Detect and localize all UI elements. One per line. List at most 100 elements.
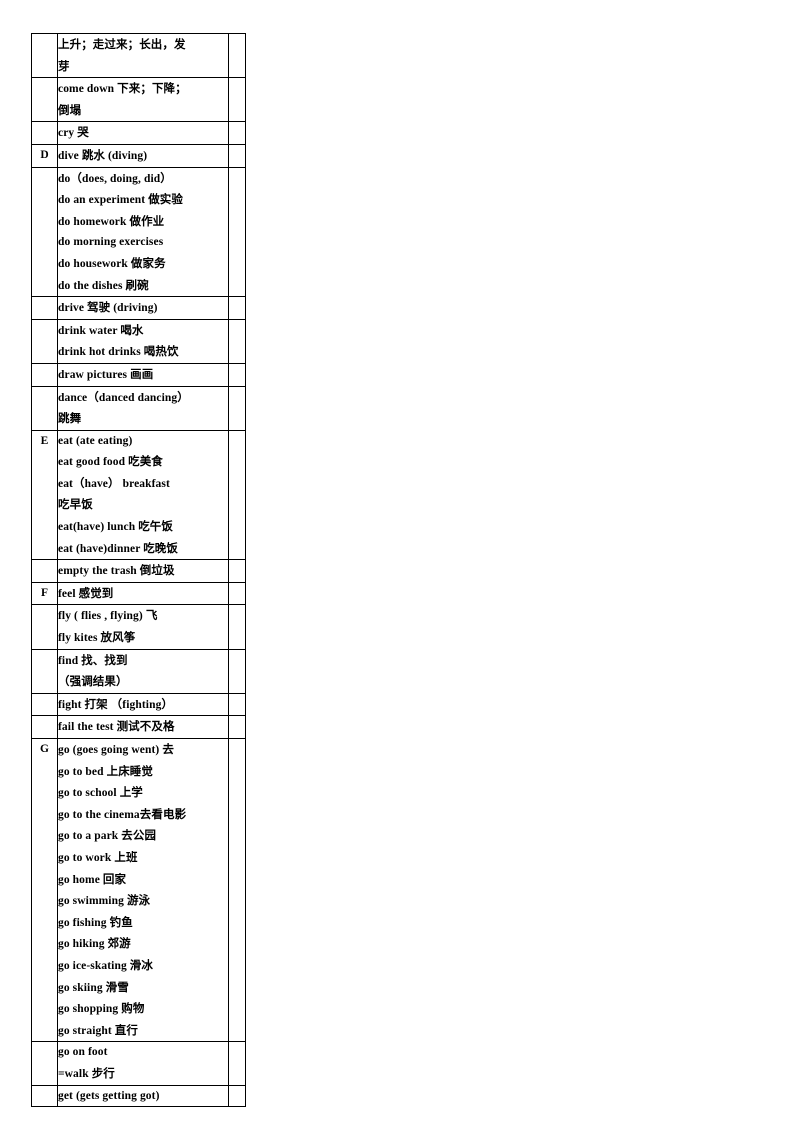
entry-line: find 找、找到 xyxy=(58,652,128,667)
entry-line: go (goes going went) 去 xyxy=(58,742,174,756)
notes-cell xyxy=(228,559,246,583)
letter-empty-cell xyxy=(31,166,58,298)
notes-cell xyxy=(228,362,246,387)
entry-line: drink water 喝水 xyxy=(58,322,144,337)
document-page: 上升；走过来；长出，发芽 come down 下来；下降； 倒塌 cry 哭 Dd… xyxy=(0,0,794,1123)
cjk-run: 做家务 xyxy=(130,255,166,270)
entry-line: go skiing 滑雪 xyxy=(58,979,129,994)
entry-line: feel 感觉到 xyxy=(58,585,114,600)
entry-line: do housework 做家务 xyxy=(58,255,166,270)
cjk-run: 吃午饭 xyxy=(138,519,173,534)
entry-cell: feel 感觉到 xyxy=(57,581,229,606)
entry-line: dive 跳水 (diving) xyxy=(58,147,148,162)
letter-empty-cell xyxy=(31,648,58,694)
cjk-run: 购物 xyxy=(121,1001,145,1016)
cjk-run: ） xyxy=(161,696,174,711)
table-row: drink water 喝水 drink hot drinks 喝热饮 xyxy=(31,318,246,364)
entry-line: eat(have) lunch 吃午饭 xyxy=(58,519,173,534)
cjk-run: 倒塌 xyxy=(58,102,82,117)
entry-line: （强调结果） xyxy=(58,671,228,693)
cjk-run: 上床睡觉 xyxy=(106,763,154,778)
cjk-run: ） xyxy=(160,170,172,185)
entry-line: 芽 xyxy=(58,56,228,78)
cjk-run: （ xyxy=(110,696,123,711)
entry-line: 上升；走过来；长出，发 xyxy=(58,34,228,56)
entry-line: fly ( flies , flying) 飞 xyxy=(58,608,158,623)
cjk-run: 做实验 xyxy=(148,192,183,207)
cjk-run: 吃晚饭 xyxy=(143,540,178,555)
letter-heading-cell: F xyxy=(31,581,58,606)
letter-heading-cell: G xyxy=(31,737,58,1043)
entry-cell: dive 跳水 (diving) xyxy=(57,143,229,168)
table-row: go on foot =walk 步行 xyxy=(31,1041,246,1086)
notes-cell xyxy=(228,318,246,364)
entry-line: go to a park 去公园 xyxy=(58,828,157,843)
cjk-run: 跳水 xyxy=(81,147,106,162)
cjk-run: 步行 xyxy=(91,1065,115,1080)
entry-line: go straight 直行 xyxy=(58,1022,138,1037)
cjk-run: （ xyxy=(87,389,99,404)
letter-empty-cell xyxy=(31,318,58,364)
table-row: fail the test 测试不及格 xyxy=(31,715,246,739)
notes-cell xyxy=(228,737,246,1043)
entry-line: cry 哭 xyxy=(58,125,89,140)
entry-line: do the dishes 刷碗 xyxy=(58,277,149,292)
notes-cell xyxy=(228,166,246,298)
table-row: drive 驾驶 (driving) xyxy=(31,296,246,320)
entry-line: do（does, doing, did） xyxy=(58,170,172,185)
entry-line: fly kites 放风筝 xyxy=(58,630,136,645)
notes-cell xyxy=(228,77,246,123)
letter-heading-cell: D xyxy=(31,143,58,168)
table-row: Ggo (goes going went) 去 go to bed 上床睡觉 go … xyxy=(31,737,246,1043)
notes-cell xyxy=(228,296,246,320)
entry-cell: eat (ate eating) eat good food 吃美食 eat（hav… xyxy=(57,429,229,561)
entry-line: do homework 做作业 xyxy=(58,213,165,228)
entry-cell: dance（danced dancing） 跳舞 xyxy=(57,385,229,431)
entry-line: go to bed 上床睡觉 xyxy=(58,763,154,778)
entry-cell: go on foot =walk 步行 xyxy=(57,1041,229,1086)
entry-line: eat（have） breakfast xyxy=(58,475,170,490)
entry-line: go swimming 游泳 xyxy=(58,893,151,908)
cjk-run: 郊游 xyxy=(107,936,131,951)
letter-heading-cell: E xyxy=(31,429,58,561)
entry-line: go shopping 购物 xyxy=(58,1001,145,1016)
entry-line: go to school 上学 xyxy=(58,785,143,800)
entry-line: go fishing 钓鱼 xyxy=(58,914,133,929)
letter-empty-cell xyxy=(31,32,58,79)
notes-cell xyxy=(228,715,246,739)
table-row: dance（danced dancing） 跳舞 xyxy=(31,385,246,431)
cjk-run: ） xyxy=(108,475,120,490)
cjk-run: 吃早饭 xyxy=(58,497,93,512)
table-row: empty the trash 倒垃圾 xyxy=(31,559,246,583)
cjk-run: 打架 xyxy=(84,696,108,711)
table-row: Ffeel 感觉到 xyxy=(31,581,246,606)
cjk-run: （强调结果） xyxy=(58,674,128,689)
table-row: Ddive 跳水 (diving) xyxy=(31,143,246,168)
entry-line: go to the cinema去看电影 xyxy=(58,806,187,821)
entry-cell: fight 打架 （fighting） xyxy=(57,692,229,717)
entry-line: go home 回家 xyxy=(58,871,127,886)
table-row: come down 下来；下降； 倒塌 xyxy=(31,77,246,123)
vocabulary-table: 上升；走过来；长出，发芽 come down 下来；下降； 倒塌 cry 哭 Dd… xyxy=(31,32,246,1108)
letter-empty-cell xyxy=(31,385,58,431)
letter-empty-cell xyxy=(31,604,58,650)
entry-line: empty the trash 倒垃圾 xyxy=(58,563,175,578)
cjk-run: 驾驶 xyxy=(87,300,111,315)
notes-cell xyxy=(228,32,246,79)
entry-cell: draw pictures 画画 xyxy=(57,362,229,387)
entry-cell: do（does, doing, did） do an experiment 做实验… xyxy=(57,166,229,298)
letter-empty-cell xyxy=(31,296,58,320)
cjk-run: 滑冰 xyxy=(129,957,153,972)
entry-line: get (gets getting got) xyxy=(58,1089,160,1102)
notes-cell xyxy=(228,385,246,431)
cjk-run: 去公园 xyxy=(121,828,157,843)
letter-empty-cell xyxy=(31,362,58,387)
entry-cell: find 找、找到 （强调结果） xyxy=(57,648,229,694)
cjk-run: （ xyxy=(70,170,82,185)
cjk-run: 刷碗 xyxy=(125,277,149,292)
entry-cell: drive 驾驶 (driving) xyxy=(57,296,229,320)
table-row: get (gets getting got) xyxy=(31,1084,246,1108)
entry-line: go hiking 郊游 xyxy=(58,936,131,951)
notes-cell xyxy=(228,429,246,561)
cjk-run: 喝热饮 xyxy=(143,344,179,359)
